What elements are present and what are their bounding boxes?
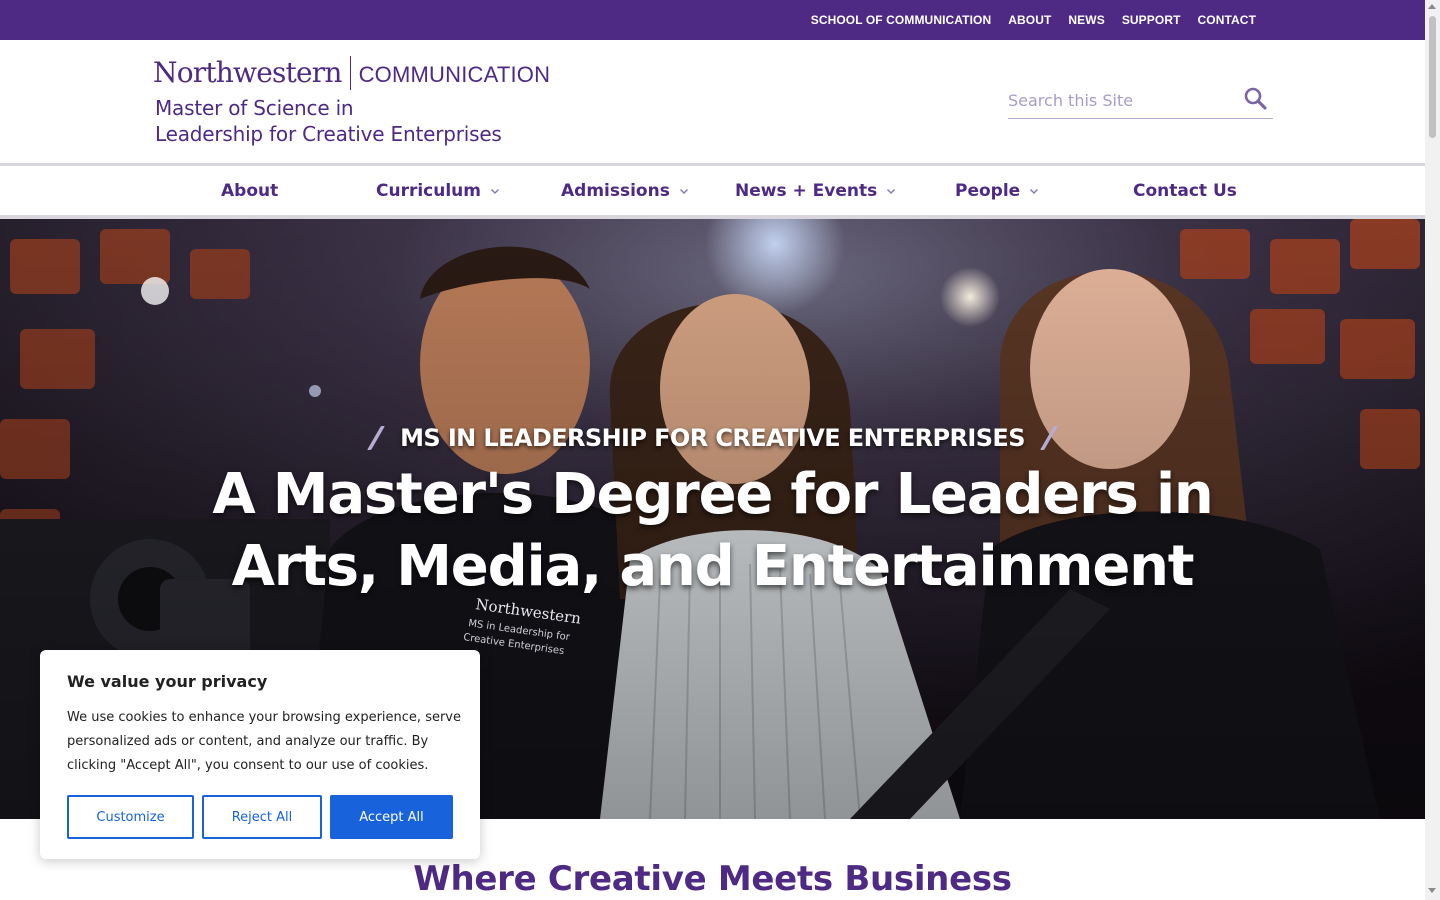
nav-item-contact-us[interactable]: Contact Us — [1133, 166, 1237, 216]
hero-title-line1: A Master's Degree for Leaders in — [212, 462, 1213, 527]
program-name-line1: Master of Science in — [155, 96, 354, 120]
site-search — [1008, 84, 1273, 119]
logo-wordmark: Northwestern COMMUNICATION — [153, 55, 573, 91]
section-heading: Where Creative Meets Business — [413, 859, 1012, 899]
utility-link-news[interactable]: NEWS — [1068, 13, 1104, 27]
nav-label: Admissions — [561, 181, 670, 201]
reject-all-button[interactable]: Reject All — [202, 795, 322, 839]
nav-label: People — [955, 181, 1021, 201]
hero-kicker: MS IN LEADERSHIP FOR CREATIVE ENTERPRISE… — [0, 424, 1425, 456]
hero-title: A Master's Degree for Leaders in Arts, M… — [140, 459, 1285, 603]
nav-item-news-events[interactable]: News + Events — [735, 166, 896, 216]
search-button[interactable] — [1243, 86, 1269, 112]
customize-button[interactable]: Customize — [67, 795, 194, 839]
utility-bar: SCHOOL OF COMMUNICATION ABOUT NEWS SUPPO… — [0, 0, 1425, 40]
chevron-down-icon — [887, 188, 896, 195]
cookie-title: We value your privacy — [67, 672, 268, 691]
search-input[interactable] — [1008, 88, 1238, 112]
utility-link-support[interactable]: SUPPORT — [1122, 13, 1181, 27]
cookie-banner: We value your privacy We use cookies to … — [40, 650, 480, 859]
logo-school: COMMUNICATION — [358, 62, 551, 87]
slash-decoration — [1039, 426, 1058, 450]
nav-item-admissions[interactable]: Admissions — [561, 166, 689, 216]
main-nav: About Curriculum Admissions News + Event… — [0, 166, 1425, 216]
cookie-text: We use cookies to enhance your browsing … — [67, 710, 461, 773]
scroll-up-arrow-icon[interactable] — [1428, 4, 1436, 9]
utility-link-about[interactable]: ABOUT — [1008, 13, 1051, 27]
logo-university: Northwestern — [153, 56, 342, 89]
program-name-line2: Leadership for Creative Enterprises — [155, 122, 502, 146]
utility-nav: SCHOOL OF COMMUNICATION ABOUT NEWS SUPPO… — [811, 0, 1256, 40]
utility-link-school[interactable]: SCHOOL OF COMMUNICATION — [811, 13, 992, 27]
nav-label: Curriculum — [376, 181, 481, 201]
nav-item-about[interactable]: About — [221, 166, 278, 216]
scroll-down-arrow-icon[interactable] — [1428, 888, 1436, 893]
nav-label: News + Events — [735, 181, 878, 201]
nav-label: Contact Us — [1133, 181, 1237, 201]
nav-item-curriculum[interactable]: Curriculum — [376, 166, 500, 216]
site-header: Northwestern COMMUNICATION Master of Sci… — [0, 40, 1425, 163]
nav-label: About — [221, 181, 279, 201]
program-name: Master of Science in Leadership for Crea… — [153, 95, 573, 147]
chevron-down-icon — [1030, 188, 1039, 195]
chevron-down-icon — [679, 188, 688, 195]
nav-item-people[interactable]: People — [955, 166, 1039, 216]
slash-decoration — [367, 426, 386, 450]
page-scrollbar[interactable] — [1425, 0, 1440, 900]
magnifier-icon — [1244, 87, 1267, 110]
scrollbar-thumb[interactable] — [1429, 16, 1436, 138]
utility-link-contact[interactable]: CONTACT — [1198, 13, 1256, 27]
hero-title-line2: Arts, Media, and Entertainment — [231, 534, 1195, 599]
site-logo[interactable]: Northwestern COMMUNICATION Master of Sci… — [153, 55, 573, 155]
logo-divider — [349, 56, 351, 90]
chevron-down-icon — [490, 188, 500, 195]
accept-all-button[interactable]: Accept All — [330, 795, 453, 839]
hero-kicker-text: MS IN LEADERSHIP FOR CREATIVE ENTERPRISE… — [400, 424, 1025, 452]
